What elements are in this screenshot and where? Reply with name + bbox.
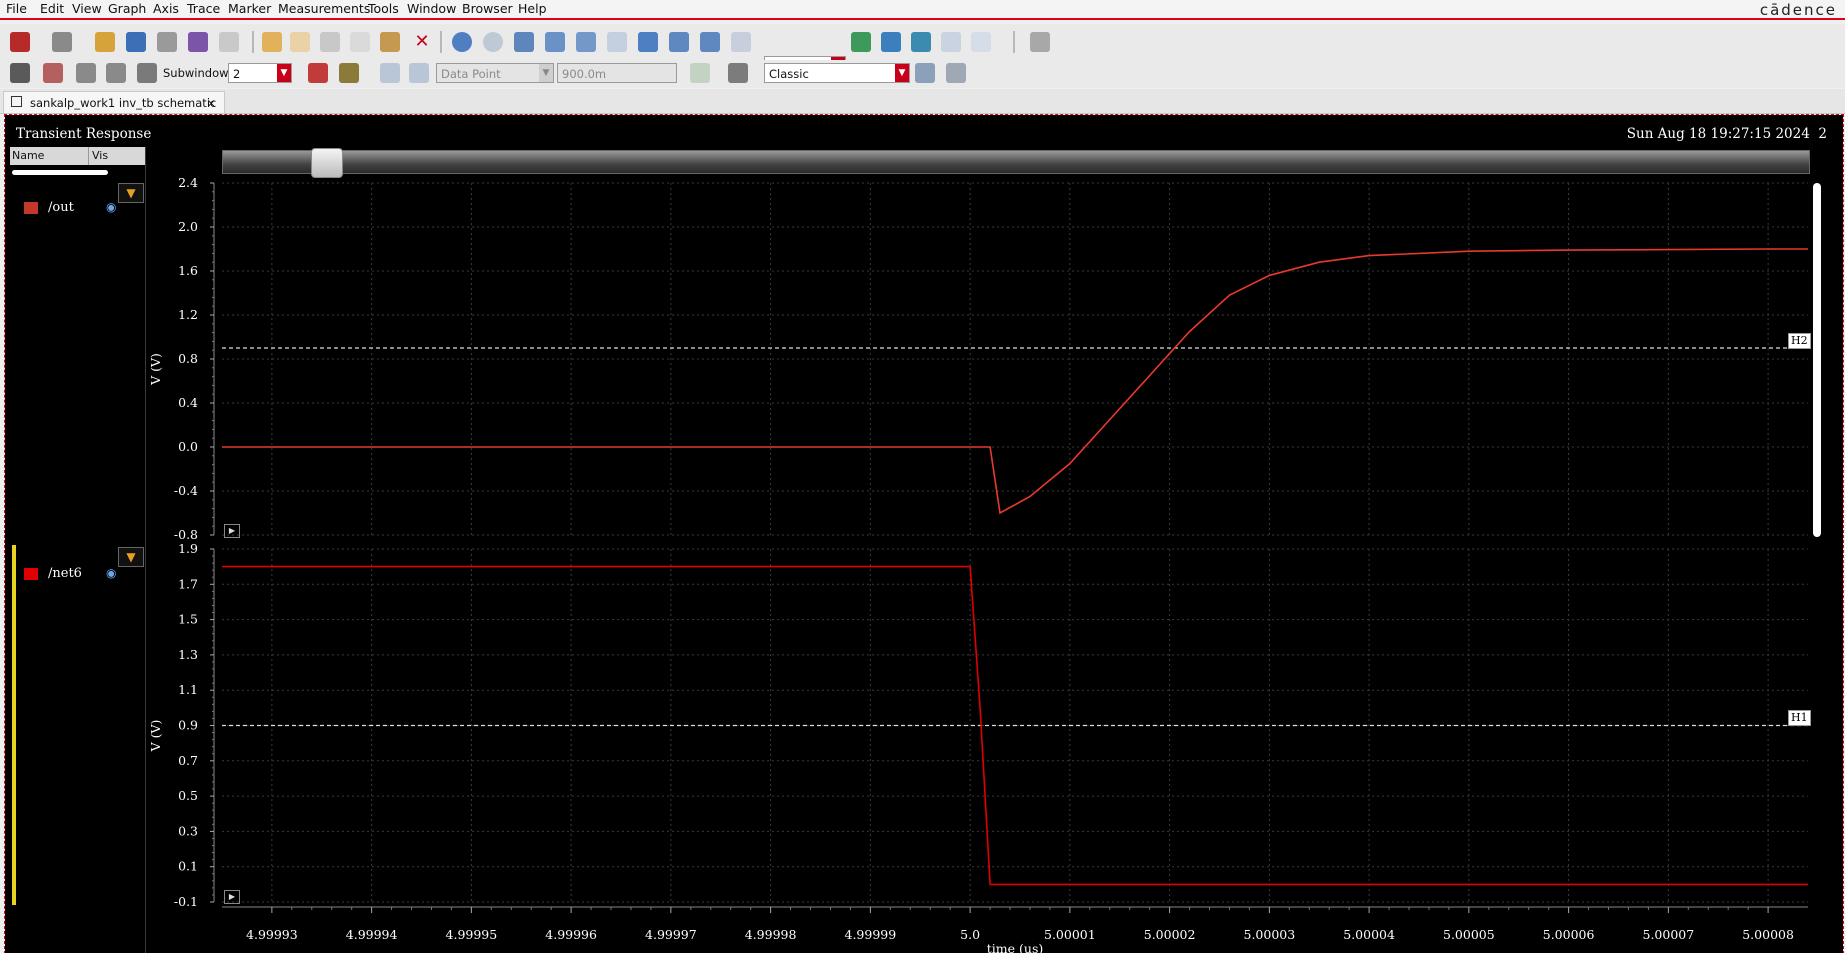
y-tick-label: 1.9 bbox=[178, 541, 198, 556]
trace-line bbox=[222, 248, 1808, 515]
y-tick-label: 1.6 bbox=[178, 263, 198, 278]
y-tick-label: 1.1 bbox=[178, 682, 198, 697]
marker-h2[interactable]: H2 bbox=[1788, 333, 1811, 349]
x-axis-label: time (us) bbox=[987, 941, 1043, 953]
x-tick-label: 5.00002 bbox=[1144, 927, 1196, 942]
y-tick-label: -0.1 bbox=[174, 894, 198, 909]
y-tick-label: 2.0 bbox=[178, 219, 198, 234]
x-tick-label: 5.00001 bbox=[1044, 927, 1096, 942]
x-tick-label: 4.99996 bbox=[545, 927, 597, 942]
y-tick-label: 1.3 bbox=[178, 647, 198, 662]
waveform-plots: 2.42.01.61.20.80.40.0-0.4-0.8V (V) 1.91.… bbox=[148, 175, 1808, 953]
y-tick-label: 0.5 bbox=[178, 788, 198, 803]
y-axis-label: V (V) bbox=[148, 720, 163, 753]
x-tick-label: 4.99994 bbox=[346, 927, 398, 942]
x-tick-label: 5.00007 bbox=[1643, 927, 1695, 942]
y-tick-label: 0.3 bbox=[178, 823, 198, 838]
x-tick-label: 5.00003 bbox=[1244, 927, 1296, 942]
x-tick-label: 5.00006 bbox=[1543, 927, 1595, 942]
y-tick-label: 2.4 bbox=[178, 175, 198, 190]
y-tick-label: 1.2 bbox=[178, 307, 198, 322]
y-tick-label: 1.7 bbox=[178, 576, 198, 591]
expand-icon[interactable]: ▶ bbox=[224, 890, 240, 904]
x-tick-label: 5.0 bbox=[960, 927, 980, 942]
x-tick-label: 5.00004 bbox=[1343, 927, 1395, 942]
y-tick-label: 1.5 bbox=[178, 612, 198, 627]
x-tick-label: 5.00005 bbox=[1443, 927, 1495, 942]
plot-net6: 1.9 1.7 1.5 1.3 1.1 0.9 0.7 0.5 0.3 0.1 -0.1 V (V) 4… bbox=[148, 541, 1808, 953]
y-tick-label: 0.9 bbox=[178, 718, 198, 733]
y-tick-label: 0.1 bbox=[178, 859, 198, 874]
x-tick-label: 4.99998 bbox=[745, 927, 797, 942]
y-axis-label: V (V) bbox=[148, 353, 163, 386]
y-tick-label: -0.4 bbox=[174, 483, 198, 498]
marker-h1[interactable]: H1 bbox=[1788, 710, 1811, 726]
y-tick-label: -0.8 bbox=[174, 527, 198, 542]
y-tick-label: 0.7 bbox=[178, 753, 198, 768]
plot-out: 2.4 2.0 1.6 1.2 0.8 0.4 0.0 -0.4 -0.8 V (V) bbox=[148, 175, 1808, 542]
x-tick-label: 4.99993 bbox=[246, 927, 298, 942]
y-tick-label: 0.8 bbox=[178, 351, 198, 366]
x-tick-label: 4.99995 bbox=[446, 927, 498, 942]
expand-icon[interactable]: ▶ bbox=[224, 524, 240, 538]
x-tick-label: 4.99999 bbox=[845, 927, 897, 942]
y-tick-label: 0.4 bbox=[178, 395, 198, 410]
x-tick-label: 4.99997 bbox=[645, 927, 697, 942]
y-tick-label: 0.0 bbox=[178, 439, 198, 454]
x-tick-label: 5.00008 bbox=[1742, 927, 1794, 942]
